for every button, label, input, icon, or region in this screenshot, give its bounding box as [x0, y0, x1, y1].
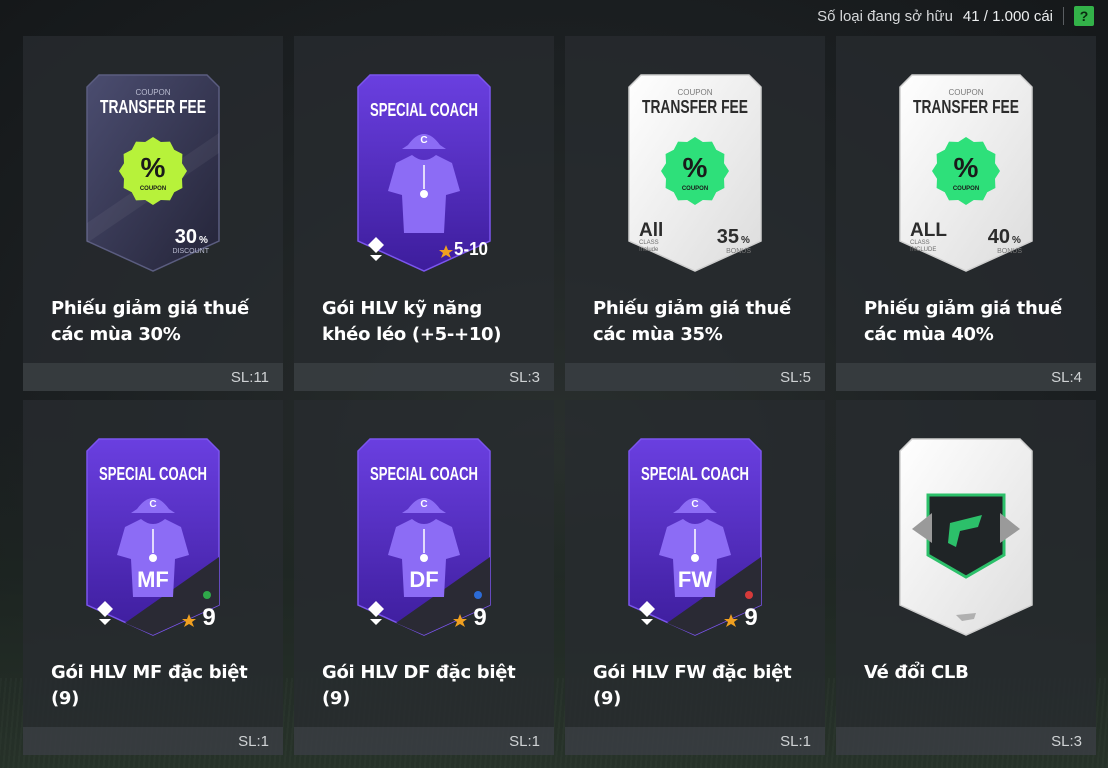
whistle-icon	[149, 554, 157, 562]
item-quantity: SL:3	[509, 369, 540, 386]
class-sub: CLASS	[639, 240, 659, 246]
position-label: MF	[137, 567, 169, 592]
item-name: Gói HLV DF đặc biệt (9)	[322, 662, 516, 709]
coupon-value: 35	[717, 226, 739, 248]
coupon-value: 30	[175, 226, 197, 248]
coupon-label: COUPON	[948, 88, 983, 97]
item-card[interactable]: SPECIAL COACH C FW 9 Gói HLV FW đặc biệt (9)…	[565, 400, 825, 755]
badge-coupon-label: COUPON	[140, 186, 166, 192]
whistle-icon	[420, 554, 428, 562]
class-label: ALL	[910, 220, 947, 241]
item-artwork: SPECIAL COACH C 5-10	[356, 73, 492, 273]
coupon-label: COUPON	[135, 88, 170, 97]
position-color-dot	[474, 591, 482, 599]
class-label: All	[639, 220, 663, 241]
position-label: FW	[678, 567, 712, 592]
item-name: Gói HLV kỹ năng khéo léo (+5-+10)	[322, 298, 502, 345]
item-card[interactable]: SPECIAL COACH C MF 9 Gói HLV MF đặc biệt (9)…	[23, 400, 283, 755]
badge-percent: %	[683, 152, 708, 183]
item-quantity: SL:4	[1051, 369, 1082, 386]
item-card[interactable]: SPECIAL COACH C DF 9 Gói HLV DF đặc biệt (9)…	[294, 400, 554, 755]
item-card[interactable]: COUPON TRANSFER FEE% COUPON ALL CLASS INCLUDE…	[836, 36, 1096, 391]
class-sub: CLASS	[910, 240, 930, 246]
item-card[interactable]: Vé đổi CLB SL:3	[836, 400, 1096, 755]
coupon-value-sub: BONUS	[726, 248, 751, 255]
item-card[interactable]: SPECIAL COACH C 5-10 Gói HLV kỹ năng khéo l…	[294, 36, 554, 391]
coach-title: SPECIAL COACH	[99, 464, 207, 484]
item-artwork: SPECIAL COACH C MF 9	[85, 437, 221, 637]
badge-coupon-label: COUPON	[953, 186, 979, 192]
position-color-dot	[745, 591, 753, 599]
owned-summary: Số loại đang sở hữu 41 / 1.000 cái ?	[817, 6, 1094, 26]
item-quantity: SL:1	[780, 733, 811, 750]
cap-letter: C	[149, 499, 156, 510]
coupon-value-sub: BONUS	[997, 248, 1022, 255]
coupon-value-unit: %	[1012, 235, 1021, 246]
item-artwork	[898, 437, 1034, 637]
item-artwork: SPECIAL COACH C DF 9	[356, 437, 492, 637]
item-card[interactable]: COUPON TRANSFER FEE% COUPON 30% DISCOUNT Phiế…	[23, 36, 283, 391]
coupon-title: TRANSFER FEE	[913, 97, 1019, 117]
help-button[interactable]: ?	[1074, 6, 1094, 26]
coach-title: SPECIAL COACH	[641, 464, 749, 484]
coach-level: 9	[202, 604, 215, 631]
coupon-value-unit: %	[199, 235, 208, 246]
item-name: Vé đổi CLB	[864, 662, 969, 683]
item-name: Gói HLV FW đặc biệt (9)	[593, 662, 792, 709]
cap-letter: C	[691, 499, 698, 510]
cap-letter: C	[420, 499, 427, 510]
class-include: INCLUDE	[910, 247, 936, 253]
divider	[1063, 7, 1064, 25]
item-name: Phiếu giảm giá thuế các mùa 35%	[593, 298, 791, 345]
class-include: Include	[639, 247, 659, 253]
item-artwork: COUPON TRANSFER FEE% COUPON ALL CLASS INCLUDE…	[898, 73, 1034, 273]
item-artwork: COUPON TRANSFER FEE% COUPON All CLASS Include…	[627, 73, 763, 273]
whistle-icon	[691, 554, 699, 562]
coupon-title: TRANSFER FEE	[100, 97, 206, 117]
item-quantity: SL:5	[780, 369, 811, 386]
item-artwork: COUPON TRANSFER FEE% COUPON 30% DISCOUNT	[85, 73, 221, 273]
coupon-title: TRANSFER FEE	[642, 97, 748, 117]
cap-letter: C	[420, 135, 427, 146]
coupon-value: 40	[988, 226, 1010, 248]
coach-title: SPECIAL COACH	[370, 464, 478, 484]
whistle-icon	[420, 190, 428, 198]
owned-count: 41 / 1.000 cái	[962, 7, 1053, 25]
owned-label: Số loại đang sở hữu	[817, 7, 953, 25]
item-quantity: SL:11	[230, 369, 269, 386]
coupon-value-sub: DISCOUNT	[172, 248, 209, 255]
item-name: Gói HLV MF đặc biệt (9)	[51, 662, 248, 709]
coach-level: 9	[473, 604, 486, 631]
coach-range: 5-10	[454, 239, 488, 259]
coupon-label: COUPON	[677, 88, 712, 97]
coach-level: 9	[744, 604, 757, 631]
item-quantity: SL:1	[509, 733, 540, 750]
badge-coupon-label: COUPON	[682, 186, 708, 192]
badge-percent: %	[954, 152, 979, 183]
item-artwork: SPECIAL COACH C FW 9	[627, 437, 763, 637]
item-card[interactable]: COUPON TRANSFER FEE% COUPON All CLASS Include…	[565, 36, 825, 391]
item-name: Phiếu giảm giá thuế các mùa 30%	[51, 298, 249, 345]
coach-title: SPECIAL COACH	[370, 100, 478, 120]
item-name: Phiếu giảm giá thuế các mùa 40%	[864, 298, 1062, 345]
badge-percent: %	[141, 152, 166, 183]
position-color-dot	[203, 591, 211, 599]
coupon-value-unit: %	[741, 235, 750, 246]
position-label: DF	[409, 567, 438, 592]
item-quantity: SL:3	[1051, 733, 1082, 750]
item-quantity: SL:1	[238, 733, 269, 750]
